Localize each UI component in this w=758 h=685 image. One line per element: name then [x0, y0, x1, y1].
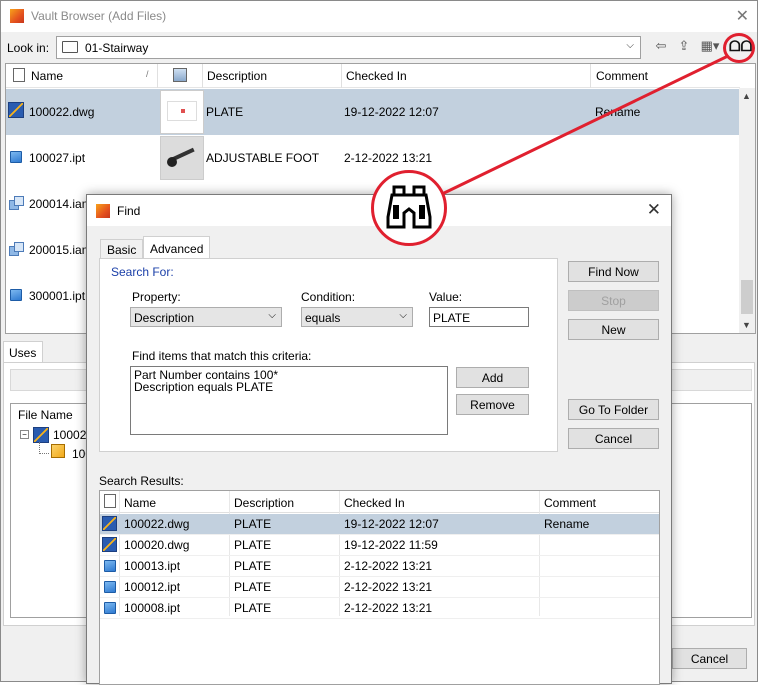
callout-zoom-circle [371, 170, 447, 246]
binoculars-zoom-icon [386, 185, 432, 229]
callout-small-circle [723, 33, 755, 63]
callout-line [439, 54, 729, 197]
